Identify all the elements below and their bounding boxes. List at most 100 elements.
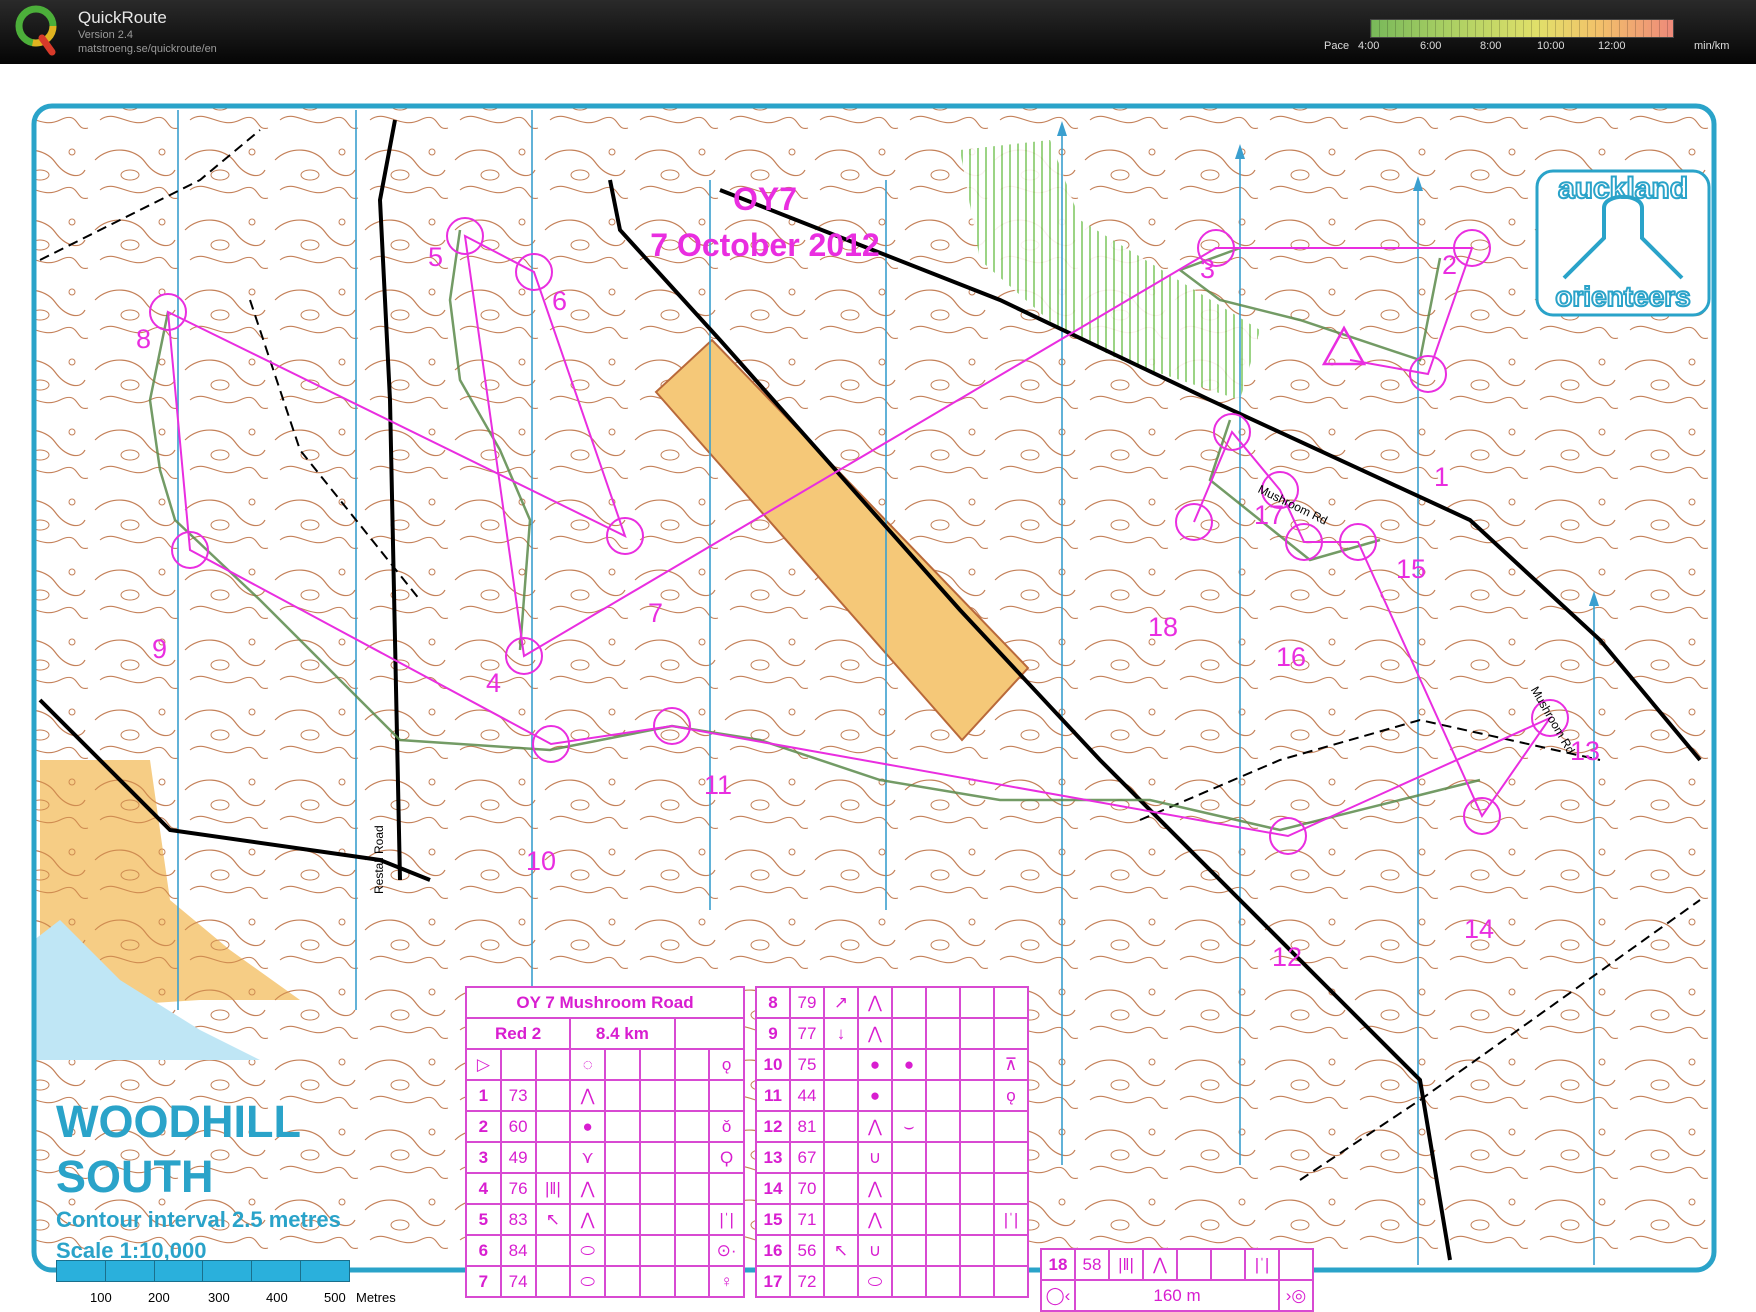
desc-column: [823, 1265, 859, 1298]
desc-extra: ǫ: [993, 1079, 1029, 1112]
desc-code: 75: [789, 1048, 825, 1081]
desc-code: 84: [499, 1234, 537, 1267]
desc-feature-2: [604, 1203, 641, 1236]
desc-code: 67: [789, 1141, 825, 1174]
desc-code: 70: [789, 1172, 825, 1205]
desc-code: 77: [789, 1017, 825, 1050]
desc-extra: [993, 1265, 1029, 1298]
desc-extra: ♀: [708, 1265, 745, 1298]
desc-num: 18: [1040, 1248, 1076, 1281]
desc-feature-2: [604, 1172, 641, 1205]
desc-feature: ∪: [857, 1141, 893, 1174]
desc-column: ↖: [823, 1234, 859, 1267]
desc-num: 8: [755, 986, 791, 1019]
desc-column: [823, 1203, 859, 1236]
desc-code: 71: [789, 1203, 825, 1236]
desc-column: [823, 1048, 859, 1081]
desc-row: 2 60 ● ǒ: [465, 1110, 745, 1143]
desc-extra: [993, 1234, 1029, 1267]
desc-feature: ⋀: [569, 1172, 606, 1205]
desc-num: 4: [465, 1172, 502, 1205]
start-feature: ◌: [569, 1048, 606, 1081]
desc-extra: [993, 1017, 1029, 1050]
desc-feature: ⋎: [569, 1141, 606, 1174]
control-number: 18: [1148, 612, 1179, 642]
road-label: Restall Road: [372, 825, 386, 894]
control-number: 13: [1570, 736, 1601, 766]
desc-feature-2: [604, 1265, 641, 1298]
map-legend: WOODHILL SOUTH Contour interval 2.5 metr…: [56, 1094, 341, 1266]
quickroute-logo-icon: [15, 5, 57, 56]
desc-extra: Ϙ: [708, 1141, 745, 1174]
desc-row: 4 76 |‖| ⋀: [465, 1172, 745, 1205]
pace-unit: min/km: [1694, 40, 1730, 52]
control-number: 12: [1272, 942, 1303, 972]
control-descriptions-right: 8 79 ↗ ⋀ 9 77 ↓ ⋀ 10 75 ● ● ⊼ 11 44 ● ǫ 12 81 ⋀ ⌣ 13 67 ∪ 14 70 ⋀ 1…: [755, 986, 1029, 1298]
desc-row: 3 49 ⋎ Ϙ: [465, 1141, 745, 1174]
desc-row: 7 74 ⬭ ♀: [465, 1265, 745, 1298]
desc-row: 16 56 ↖ ∪: [755, 1234, 1029, 1267]
scale-bar: [56, 1260, 350, 1282]
desc-extra: |ˈ|: [1244, 1248, 1280, 1281]
app-version: Version 2.4: [78, 29, 134, 41]
pace-tick: 12:00: [1598, 40, 1626, 52]
desc-feature-2: [891, 1203, 927, 1236]
desc-extra: [993, 1110, 1029, 1143]
scale-tick: 400: [266, 1290, 288, 1305]
map-name-line1: WOODHILL: [56, 1096, 301, 1147]
desc-column: [823, 1079, 859, 1112]
desc-row: 13 67 ∪: [755, 1141, 1029, 1174]
scale-tick: 300: [208, 1290, 230, 1305]
desc-feature: ⋀: [857, 1110, 893, 1143]
control-descriptions-left: OY 7 Mushroom Road Red 2 8.4 km ▷ ◌ ǫ 1 73 ⋀ 2…: [464, 986, 745, 1298]
desc-row: 6 84 ⬭ ⊙·: [465, 1234, 745, 1267]
desc-extra: |ˈ|: [708, 1203, 745, 1236]
desc-code: 81: [789, 1110, 825, 1143]
desc-code: 76: [499, 1172, 537, 1205]
desc-column: [823, 1172, 859, 1205]
event-title: OY7 7 October 2012: [620, 176, 910, 268]
finish-symbol: ›◎: [1278, 1279, 1314, 1312]
desc-extra: [708, 1172, 745, 1205]
desc-num: 15: [755, 1203, 791, 1236]
desc-feature-2: [604, 1234, 641, 1267]
desc-header: OY 7 Mushroom Road: [465, 986, 745, 1019]
desc-row: 17 72 ⬭: [755, 1265, 1029, 1298]
desc-feature-2: [604, 1141, 641, 1174]
control-number: 16: [1276, 642, 1307, 672]
desc-column: [534, 1234, 572, 1267]
desc-extra: ⊼: [993, 1048, 1029, 1081]
control-descriptions-finish: 18 58 |‖| ⋀ |ˈ| ◯‹ 160 m ›◎: [1040, 1248, 1314, 1312]
desc-feature: ⬭: [569, 1234, 606, 1267]
map-name-line2: SOUTH: [56, 1151, 214, 1202]
desc-feature: ●: [569, 1110, 606, 1143]
desc-code: 72: [789, 1265, 825, 1298]
desc-code: 73: [499, 1079, 537, 1112]
pace-label: Pace: [1324, 40, 1350, 52]
desc-num: 9: [755, 1017, 791, 1050]
desc-column: ↖: [534, 1203, 572, 1236]
finish-distance: 160 m: [1074, 1279, 1280, 1312]
desc-extra: [708, 1079, 745, 1112]
control-number: 5: [428, 242, 444, 272]
desc-num: 6: [465, 1234, 502, 1267]
desc-feature-2: [891, 1079, 927, 1112]
desc-column: [823, 1110, 859, 1143]
desc-num: 13: [755, 1141, 791, 1174]
desc-num: 11: [755, 1079, 791, 1112]
desc-code: 83: [499, 1203, 537, 1236]
desc-extra: |ˈ|: [993, 1203, 1029, 1236]
event-date: 7 October 2012: [650, 227, 880, 263]
desc-num: 3: [465, 1141, 502, 1174]
desc-extra: ⊙·: [708, 1234, 745, 1267]
desc-num: 7: [465, 1265, 502, 1298]
desc-num: 1: [465, 1079, 502, 1112]
desc-feature: ⋀: [857, 1172, 893, 1205]
map-canvas[interactable]: 1 2 3 4 5 6 7 8 9 10 11 12 13 14 15 16 1…: [0, 64, 1756, 1312]
pace-tick: 10:00: [1537, 40, 1565, 52]
desc-extra: [993, 1141, 1029, 1174]
desc-row: 5 83 ↖ ⋀ |ˈ|: [465, 1203, 745, 1236]
app-url[interactable]: matstroeng.se/quickroute/en: [78, 43, 217, 55]
desc-feature-2: [891, 1017, 927, 1050]
scale-unit: Metres: [356, 1290, 396, 1305]
